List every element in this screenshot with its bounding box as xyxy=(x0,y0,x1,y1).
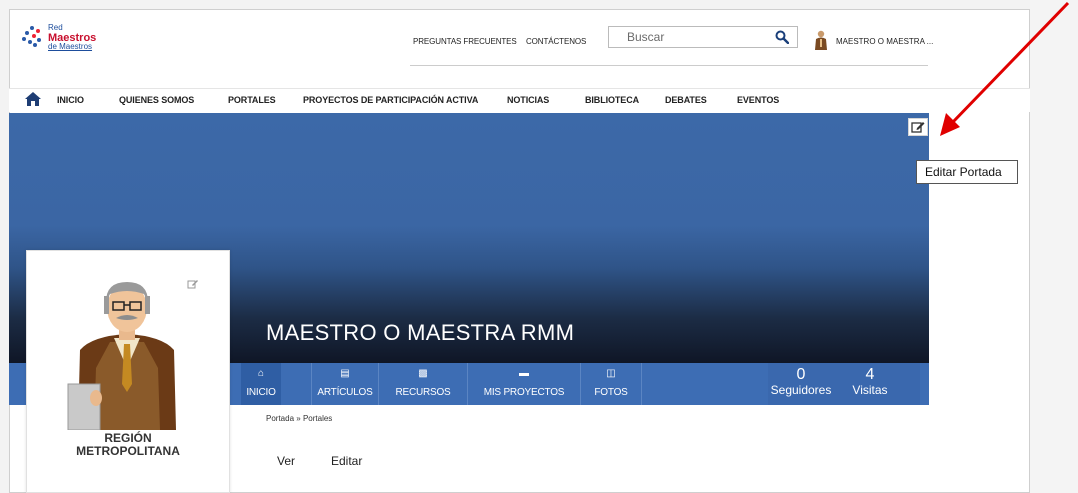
briefcase-icon: ▩ xyxy=(418,368,428,379)
breadcrumb-home-link[interactable]: Portada xyxy=(266,414,294,423)
page: Red Maestros de Maestros PREGUNTAS FRECU… xyxy=(0,0,1078,493)
search-input[interactable] xyxy=(609,27,764,47)
nav-item-portales[interactable]: PORTALES xyxy=(228,95,276,105)
home-icon: ⌂ xyxy=(257,368,265,379)
breadcrumb-separator: » xyxy=(296,414,301,423)
visits-stat[interactable]: 4 Visitas xyxy=(840,363,900,405)
tab-fotos[interactable]: ◫ FOTOS xyxy=(581,363,641,405)
nav-item-proyectos[interactable]: PROYECTOS DE PARTICIPACIÓN ACTIVA xyxy=(303,95,478,105)
tab-articulos[interactable]: ▤ ARTÍCULOS xyxy=(312,363,378,405)
edit-profile-photo-icon[interactable] xyxy=(187,278,199,290)
tab-separator xyxy=(641,363,642,405)
view-tab[interactable]: Ver xyxy=(277,454,295,468)
tab-recursos[interactable]: ▩ RECURSOS xyxy=(379,363,467,405)
followers-label: Seguidores xyxy=(770,383,832,397)
nav-item-debates[interactable]: DEBATES xyxy=(665,95,707,105)
photos-icon: ◫ xyxy=(606,368,616,379)
article-icon: ▤ xyxy=(340,368,350,379)
user-avatar-icon[interactable] xyxy=(814,30,828,50)
header-divider xyxy=(410,65,928,66)
breadcrumb-current[interactable]: Portales xyxy=(303,414,332,423)
profile-title: MAESTRO O MAESTRA RMM xyxy=(266,320,575,345)
logo-line-3: de Maestros xyxy=(48,42,93,51)
nav-item-noticias[interactable]: NOTICIAS xyxy=(507,95,549,105)
site-logo[interactable]: Red Maestros de Maestros xyxy=(22,24,132,52)
home-icon[interactable] xyxy=(25,92,41,106)
faq-link[interactable]: PREGUNTAS FRECUENTES xyxy=(413,37,517,46)
nav-item-biblioteca[interactable]: BIBLIOTECA xyxy=(585,95,639,105)
logo-dots-icon xyxy=(22,26,44,48)
user-name-menu[interactable]: MAESTRO O MAESTRA ... xyxy=(836,37,933,46)
logo-line-1: Red xyxy=(48,23,63,32)
edit-icon xyxy=(911,122,925,133)
region-line-2: METROPOLITANA xyxy=(76,444,180,458)
followers-count: 0 xyxy=(796,366,806,383)
tab-inicio[interactable]: ⌂ INICIO xyxy=(241,363,281,405)
edit-cover-tooltip: Editar Portada xyxy=(916,160,1018,184)
annotation-arrow-icon xyxy=(940,1,1070,136)
search-box xyxy=(608,26,798,48)
visits-count: 4 xyxy=(865,366,875,383)
nav-item-quienes-somos[interactable]: QUIENES SOMOS xyxy=(119,95,194,105)
contact-link[interactable]: CONTÁCTENOS xyxy=(526,37,586,46)
profile-region: REGIÓN METROPOLITANA xyxy=(26,432,230,458)
visits-label: Visitas xyxy=(852,383,888,397)
edit-cover-button[interactable] xyxy=(908,118,928,136)
profile-avatar[interactable] xyxy=(50,272,205,430)
tab-mis-proyectos[interactable]: ▬ MIS PROYECTOS xyxy=(468,363,580,405)
followers-stat[interactable]: 0 Seguidores xyxy=(768,363,834,405)
nav-item-eventos[interactable]: EVENTOS xyxy=(737,95,779,105)
edit-tab[interactable]: Editar xyxy=(331,454,362,468)
region-line-1: REGIÓN xyxy=(104,431,152,445)
search-icon[interactable] xyxy=(775,30,789,44)
breadcrumb: Portada » Portales xyxy=(266,414,332,423)
nav-item-inicio[interactable]: INICIO xyxy=(57,95,84,105)
folder-icon: ▬ xyxy=(519,368,529,379)
